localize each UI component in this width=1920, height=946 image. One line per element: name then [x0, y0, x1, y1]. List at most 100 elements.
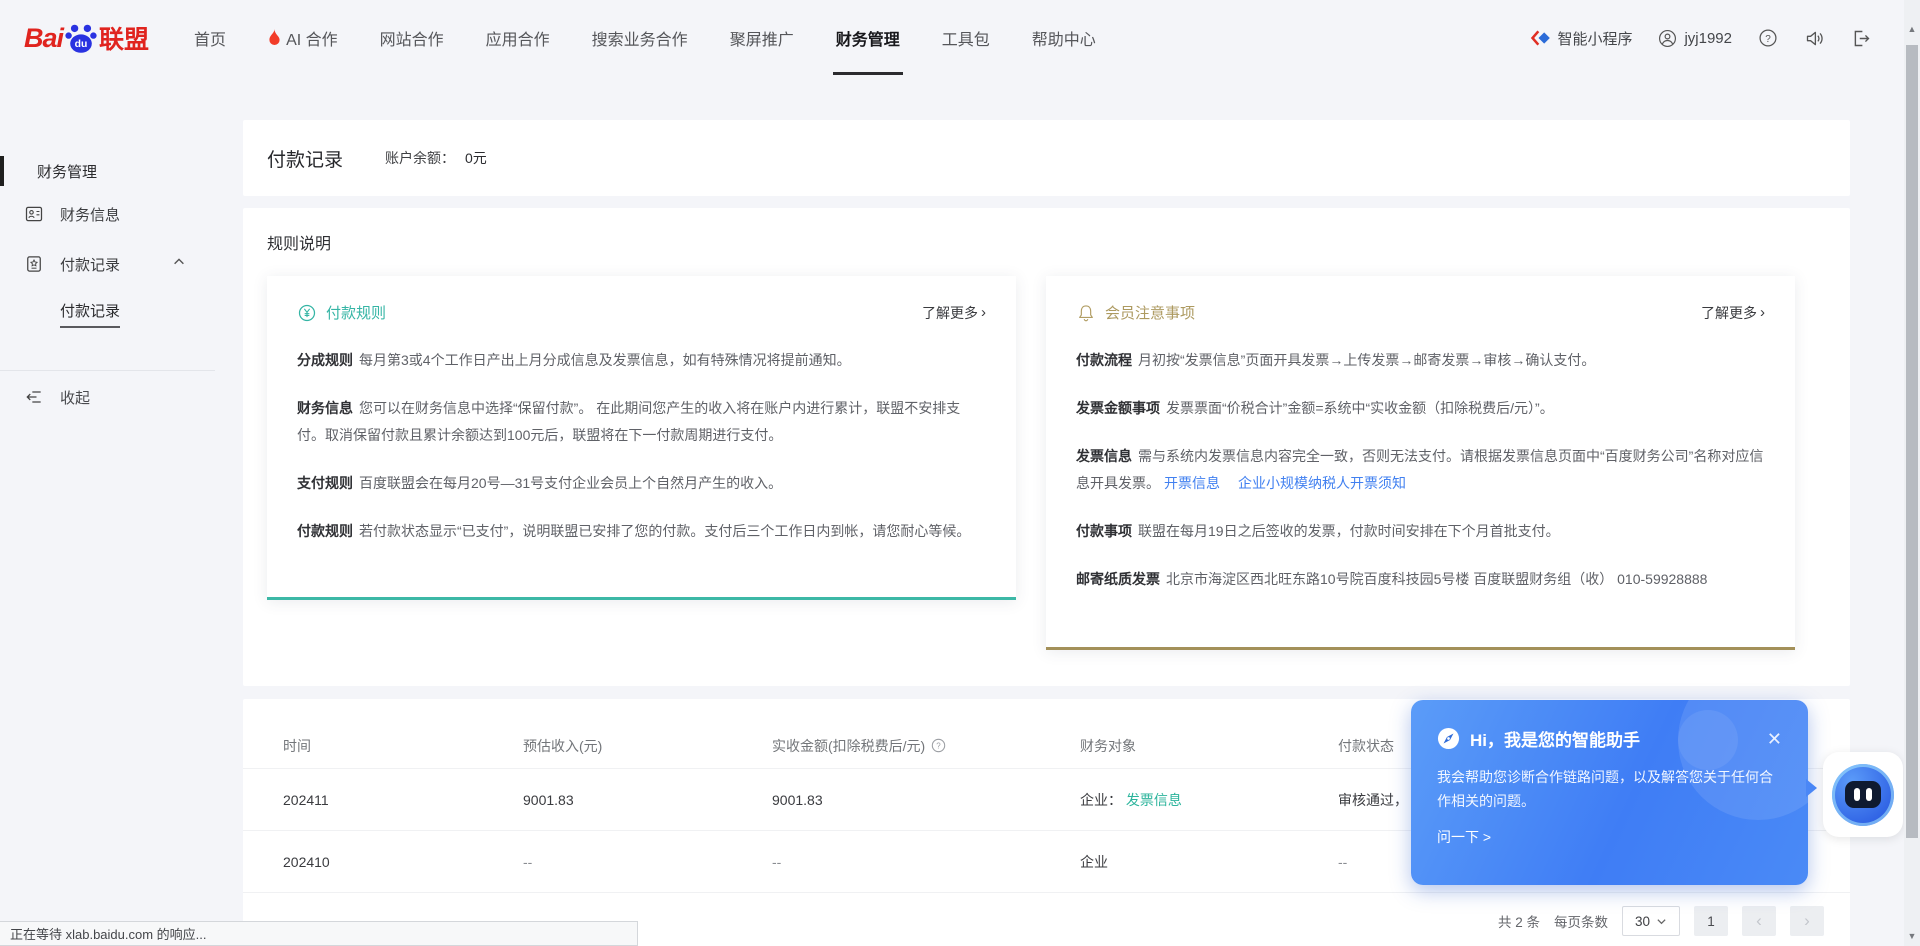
help-icon[interactable]: ? [1758, 28, 1778, 48]
payment-rules-title: 付款规则 [326, 302, 386, 323]
assistant-popup-pointer [1806, 779, 1817, 797]
compass-icon [1437, 727, 1460, 750]
baidu-paw-icon: du [65, 22, 97, 54]
assistant-title: Hi，我是您的智能助手 [1470, 726, 1640, 751]
main-nav: 首页 AI 合作 网站合作 应用合作 搜索业务合作 聚屏推广 财务管理 工具包 … [173, 0, 1117, 76]
robot-icon [1832, 764, 1894, 826]
nav-item-app[interactable]: 应用合作 [465, 0, 571, 76]
smart-mini-program-link[interactable]: 智能小程序 [1530, 28, 1632, 49]
logout-icon[interactable] [1851, 28, 1872, 49]
ask-link[interactable]: 问一下 > [1437, 827, 1782, 847]
svg-text:?: ? [1765, 34, 1771, 45]
total-count: 共 2 条 [1498, 911, 1540, 931]
col-time: 时间 [283, 736, 523, 756]
rule-paragraph: 付款流程月初按“发票信息”页面开具发票→上传发票→邮寄发票→审核→确认支付。 [1076, 347, 1765, 374]
username: jyj1992 [1684, 30, 1732, 47]
user-icon [1658, 29, 1677, 48]
browser-status-text: 正在等待 xlab.baidu.com 的响应... [10, 924, 207, 943]
payment-record-badge-icon [24, 254, 44, 274]
nav-item-search-biz[interactable]: 搜索业务合作 [571, 0, 709, 76]
nav-item-website[interactable]: 网站合作 [359, 0, 465, 76]
chevron-down-icon [1656, 916, 1667, 927]
cell-time: 202410 [283, 854, 523, 870]
cell-estimated: -- [523, 854, 772, 870]
cell-estimated: 9001.83 [523, 792, 772, 808]
invoice-info-link[interactable]: 开票信息 [1164, 475, 1220, 491]
rule-paragraph: 邮寄纸质发票北京市海淀区西北旺东路10号院百度科技园5号楼 百度联盟财务组（收）… [1076, 566, 1765, 593]
logo-text-lianmeng: 联盟 [99, 20, 149, 56]
rules-heading: 规则说明 [267, 230, 1826, 254]
rule-paragraph: 分成规则每月第3或4个工作日产出上月分成信息及发票信息，如有特殊情况将提前通知。 [297, 347, 986, 374]
sidebar-subitem-payment-record[interactable]: 付款记录 [0, 289, 243, 339]
rule-paragraph: 财务信息您可以在财务信息中选择“保留付款”。 在此期间您产生的收入将在账户内进行… [297, 395, 986, 449]
rule-paragraph: 发票金额事项发票票面“价税合计”金额=系统中“实收金额（扣除税费后/元）”。 [1076, 395, 1765, 422]
close-icon[interactable]: ✕ [1767, 730, 1782, 748]
cell-received: 9001.83 [772, 792, 1080, 808]
invoice-info-cell-link[interactable]: 发票信息 [1126, 792, 1182, 808]
member-notes-card: 会员注意事项 了解更多 › 付款流程月初按“发票信息”页面开具发票→上传发票→邮… [1046, 276, 1795, 650]
rule-paragraph: 付款规则若付款状态显示“已支付”，说明联盟已安排了您的付款。支付后三个工作日内到… [297, 518, 986, 545]
sidebar-collapse-button[interactable]: 收起 [0, 383, 243, 411]
scrollbar-up-button[interactable]: ▲ [1904, 24, 1920, 34]
payment-rules-more-link[interactable]: 了解更多 › [922, 303, 986, 323]
assistant-popup: Hi，我是您的智能助手 ✕ 我会帮助您诊断合作链路问题，以及解答您关于任何合作相… [1411, 700, 1808, 885]
cell-finance: 企业 [1080, 852, 1338, 872]
bell-icon [1076, 303, 1096, 323]
rules-section: 规则说明 付款规则 了解更多 › [243, 208, 1850, 686]
logo-text-bai: Bai [24, 23, 63, 54]
svg-text:du: du [75, 39, 88, 50]
cell-received: -- [772, 854, 1080, 870]
prev-page-button[interactable]: ‹ [1742, 906, 1776, 936]
rule-paragraph: 支付规则百度联盟会在每月20号—31号支付企业会员上个自然月产生的收入。 [297, 470, 986, 497]
question-tooltip-icon[interactable]: ? [931, 738, 946, 753]
next-page-button[interactable]: › [1790, 906, 1824, 936]
col-received: 实收金额(扣除税费后/元) ? [772, 736, 1080, 756]
rule-paragraph: 发票信息需与系统内发票信息内容完全一致，否则无法支付。请根据发票信息页面中“百度… [1076, 443, 1765, 497]
scrollbar-down-button[interactable]: ▼ [1904, 931, 1920, 941]
navbar-right: 智能小程序 jyj1992 ? [1530, 28, 1896, 49]
cell-finance: 企业： 发票信息 [1080, 790, 1338, 810]
page-header-card: 付款记录 账户余额：0元 [243, 120, 1850, 196]
page-title: 付款记录 [267, 145, 343, 172]
sound-icon[interactable] [1804, 28, 1825, 49]
top-navbar: Bai du 联盟 首页 AI 合作 网站合作 应用合作 搜索业务合作 聚屏推广… [0, 0, 1920, 76]
baidu-union-logo[interactable]: Bai du 联盟 [24, 20, 149, 56]
nav-item-toolkit[interactable]: 工具包 [921, 0, 1011, 76]
finance-info-card-icon [24, 204, 44, 224]
payment-rules-card: 付款规则 了解更多 › 分成规则每月第3或4个工作日产出上月分成信息及发票信息，… [267, 276, 1016, 600]
collapse-arrow-icon [24, 387, 44, 407]
browser-status-bubble: 正在等待 xlab.baidu.com 的响应... [0, 921, 638, 946]
nav-item-finance[interactable]: 财务管理 [815, 0, 921, 76]
sidebar-section-finance[interactable]: 财务管理 [0, 153, 243, 189]
chevron-up-icon[interactable] [172, 255, 186, 273]
sidebar: 财务管理 财务信息 付款记录 [0, 76, 243, 946]
sidebar-divider [0, 370, 215, 371]
per-page-select[interactable]: 30 [1622, 906, 1680, 936]
scrollbar-thumb[interactable] [1906, 45, 1918, 838]
user-account[interactable]: jyj1992 [1658, 29, 1732, 48]
sidebar-item-finance-info[interactable]: 财务信息 [0, 189, 243, 239]
flame-icon [268, 29, 281, 47]
nav-item-juping[interactable]: 聚屏推广 [709, 0, 815, 76]
page-scrollbar[interactable]: ▲ ▼ [1904, 0, 1920, 946]
member-notes-title: 会员注意事项 [1105, 302, 1195, 323]
chevron-right-icon: › [1760, 304, 1765, 321]
col-estimated: 预估收入(元) [523, 736, 772, 756]
account-balance: 账户余额：0元 [385, 148, 487, 168]
small-taxpayer-notice-link[interactable]: 企业小规模纳税人开票须知 [1238, 475, 1406, 491]
coin-icon [297, 303, 317, 323]
col-finance-target: 财务对象 [1080, 736, 1338, 756]
nav-item-home[interactable]: 首页 [173, 0, 247, 76]
cell-time: 202411 [283, 792, 523, 808]
balance-value: 0元 [465, 150, 487, 166]
nav-item-ai[interactable]: AI 合作 [247, 0, 359, 76]
page-number-button[interactable]: 1 [1694, 906, 1728, 936]
svg-text:?: ? [937, 742, 942, 751]
sidebar-item-payment-record[interactable]: 付款记录 [0, 239, 243, 289]
assistant-robot-button[interactable] [1823, 752, 1903, 837]
per-page-label: 每页条数 [1554, 911, 1608, 931]
nav-item-help-center[interactable]: 帮助中心 [1011, 0, 1117, 76]
assistant-message: 我会帮助您诊断合作链路问题，以及解答您关于任何合作相关的问题。 [1437, 765, 1782, 813]
member-notes-more-link[interactable]: 了解更多 › [1701, 303, 1765, 323]
chevron-right-icon: › [981, 304, 986, 321]
